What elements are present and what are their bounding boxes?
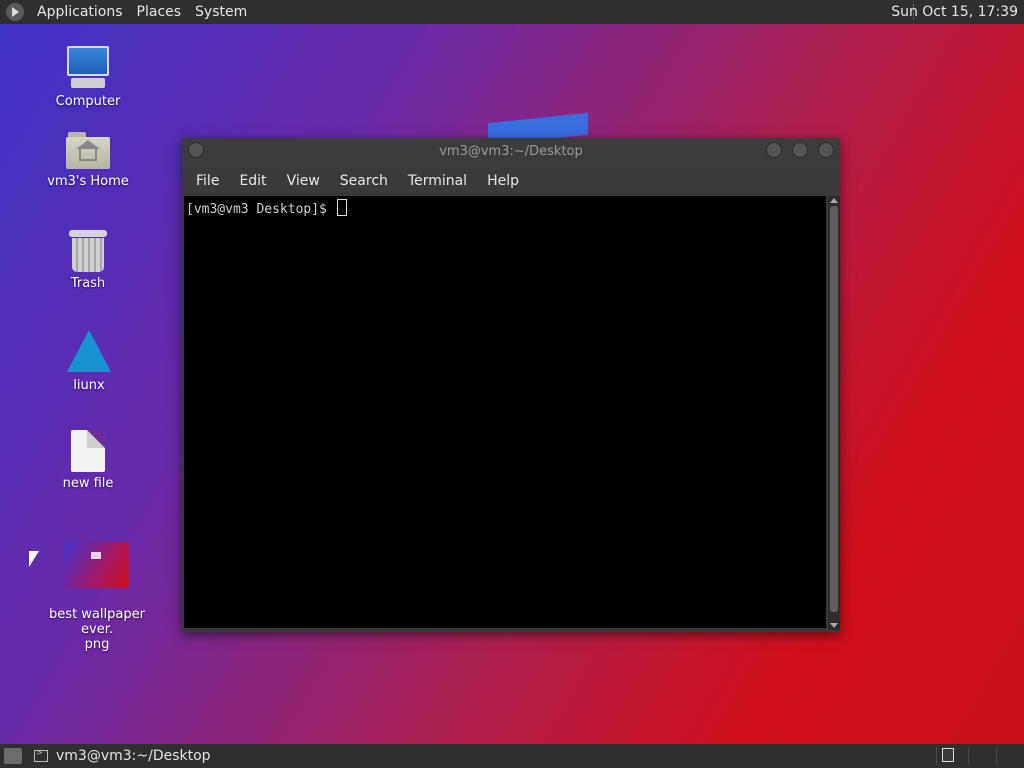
- menu-search[interactable]: Search: [330, 173, 398, 189]
- menu-file[interactable]: File: [186, 173, 229, 189]
- clock[interactable]: Sun Oct 15, 17:39: [891, 4, 1018, 20]
- desktop-icon-home[interactable]: vm3's Home: [33, 130, 143, 189]
- close-icon[interactable]: [818, 142, 834, 158]
- menu-view[interactable]: View: [277, 173, 330, 189]
- top-panel: Applications Places System Sun Oct 15, 1…: [0, 0, 1024, 24]
- desktop-icon-new-file[interactable]: new file: [33, 430, 143, 491]
- window-titlebar[interactable]: vm3@vm3:~/Desktop: [182, 138, 840, 166]
- distro-logo-icon[interactable]: [6, 3, 24, 21]
- terminal-window[interactable]: vm3@vm3:~/Desktop File Edit View Search …: [182, 138, 840, 632]
- menu-edit[interactable]: Edit: [229, 173, 276, 189]
- desktop-icon-label: vm3's Home: [47, 174, 129, 189]
- system-menu[interactable]: System: [188, 4, 254, 20]
- workspace-3[interactable]: [996, 747, 1024, 765]
- desktop-icon-label: liunx: [73, 378, 105, 393]
- menu-terminal[interactable]: Terminal: [398, 173, 477, 189]
- desktop-icon-label: best wallpaper ever. png: [49, 607, 145, 652]
- desktop-icon-computer[interactable]: Computer: [33, 46, 143, 109]
- terminal-prompt: [vm3@vm3 Desktop]$: [186, 199, 347, 217]
- desktop-icon-trash[interactable]: Trash: [33, 230, 143, 291]
- desktop-icon-label: new file: [62, 476, 114, 491]
- maximize-icon[interactable]: [792, 142, 808, 158]
- menu-help[interactable]: Help: [477, 173, 529, 189]
- places-menu[interactable]: Places: [130, 4, 189, 20]
- prompt-text: [vm3@vm3 Desktop]$: [186, 202, 335, 217]
- text-cursor: [336, 199, 347, 216]
- mouse-pointer-icon: [29, 551, 39, 567]
- taskbar-item-terminal[interactable]: vm3@vm3:~/Desktop: [34, 744, 211, 768]
- scroll-up-icon[interactable]: [830, 198, 838, 203]
- workspace-window-icon: [942, 748, 954, 762]
- home-folder-icon: [66, 130, 110, 170]
- show-desktop-icon[interactable]: [4, 748, 22, 764]
- bottom-panel: vm3@vm3:~/Desktop: [0, 744, 1024, 768]
- file-icon: [71, 430, 105, 472]
- window-title: vm3@vm3:~/Desktop: [439, 144, 583, 159]
- desktop-icon-wallpaper-png[interactable]: best wallpaper ever. png: [34, 527, 160, 667]
- terminal-scrollbar[interactable]: [828, 196, 840, 630]
- image-file-icon: [65, 542, 129, 588]
- computer-icon: [65, 46, 111, 90]
- desktop-icon-label: Computer: [55, 94, 121, 109]
- applications-menu[interactable]: Applications: [30, 4, 130, 20]
- trash-icon: [69, 230, 107, 272]
- terminal-icon: [34, 748, 48, 762]
- desktop-icon-label: Trash: [70, 276, 106, 291]
- scroll-down-icon[interactable]: [830, 623, 838, 628]
- terminal-output[interactable]: [vm3@vm3 Desktop]$: [184, 196, 826, 628]
- minimize-icon[interactable]: [766, 142, 782, 158]
- desktop-icon-liunx[interactable]: liunx: [34, 330, 144, 393]
- scrollbar-thumb[interactable]: [830, 206, 838, 612]
- taskbar-item-label: vm3@vm3:~/Desktop: [56, 748, 211, 764]
- arch-linux-icon: [67, 330, 111, 374]
- terminal-menubar: File Edit View Search Terminal Help: [182, 166, 840, 196]
